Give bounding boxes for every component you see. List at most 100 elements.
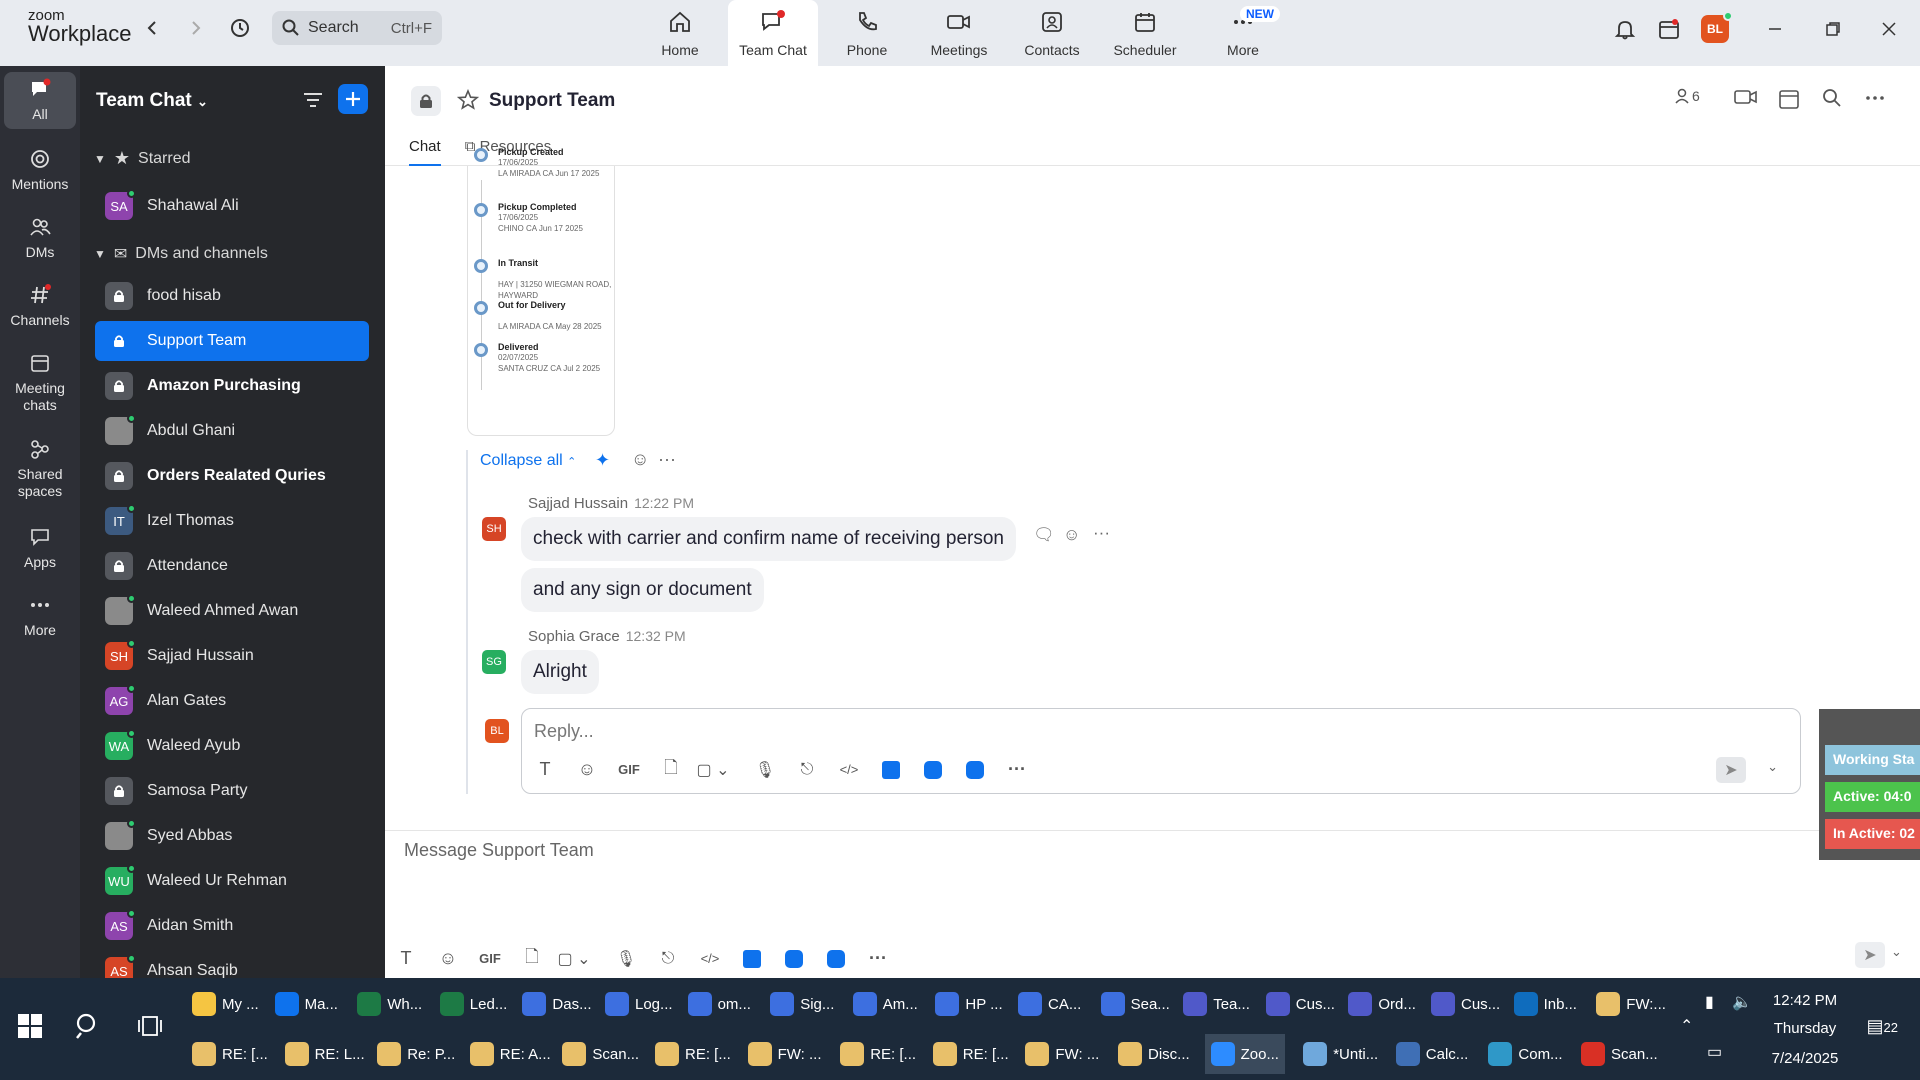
message-composer[interactable]: Message Support Team [404,840,594,861]
reply-thread-icon[interactable]: 🗨 [1033,525,1055,545]
emoji-icon[interactable]: ☺ [427,948,469,969]
rail-dms[interactable]: DMs [4,216,76,261]
taskbar-app[interactable]: Das... [522,984,592,1024]
search-icon[interactable] [1822,88,1842,108]
app-icon[interactable] [731,949,773,968]
taskbar-app[interactable]: Calc... [1395,1034,1468,1074]
add-reaction-icon[interactable]: ☺ [1063,525,1080,545]
taskbar-app[interactable]: Cus... [1431,984,1500,1024]
microphone-icon[interactable]: 🎙 [744,760,786,780]
taskbar-app[interactable]: Log... [605,984,673,1024]
reply-input[interactable]: Reply... T ☺ GIF 🗋 ▢ ⌄ 🎙 ⎋ </> ··· ➤ ⌄ [521,708,1801,794]
app-icon[interactable] [773,949,815,968]
rail-channels[interactable]: Channels [4,284,76,329]
sidebar-item[interactable]: WU Waleed Ur Rehman [95,861,369,901]
star-outline-icon[interactable] [456,88,480,116]
taskbar-app[interactable]: FW:... [1596,984,1666,1024]
rail-shared-spaces[interactable]: Shared spaces [4,438,76,500]
taskbar-app[interactable]: Wh... [357,984,422,1024]
sidebar-item[interactable]: Amazon Purchasing [95,366,369,406]
members-button[interactable]: 6 [1675,88,1700,104]
app-icon[interactable] [912,760,954,779]
sidebar-item[interactable]: Support Team [95,321,369,361]
status-overlay[interactable]: Working Sta Active: 04:0 In Active: 02 [1819,709,1920,860]
sidebar-title[interactable]: Team Chat ⌄ [96,90,208,112]
rail-all[interactable]: All [4,72,76,129]
taskbar-app[interactable]: Led... [439,984,507,1024]
taskbar-app[interactable]: Am... [852,984,918,1024]
forward-arrow-icon[interactable] [182,14,210,42]
video-message-icon[interactable]: ⎋ [786,761,828,779]
notifications-icon[interactable]: ▤22 [1862,1016,1898,1042]
more-dots-icon[interactable]: ··· [658,449,676,470]
volume-icon[interactable]: 🔈 [1732,992,1752,1012]
minimize-icon[interactable] [1758,14,1792,44]
tray-chevron-icon[interactable]: ⌃ [1680,1016,1693,1036]
code-icon[interactable]: </> [828,762,870,777]
app-icon[interactable] [815,949,857,968]
collapse-all-button[interactable]: Collapse all ⌃ [480,452,576,470]
send-button[interactable]: ➤ [1855,942,1885,968]
tracking-image[interactable]: Pickup Created 17/06/2025 LA MIRADA CA Jun… [467,147,615,436]
clock-time[interactable]: 12:42 PM [1760,992,1850,1009]
tab-scheduler[interactable]: Scheduler [1100,0,1190,66]
starred-section-header[interactable]: ▼ ★ Starred [94,148,191,169]
text-format-icon[interactable]: T [524,759,566,780]
battery-icon[interactable]: ▮ [1705,992,1714,1012]
sidebar-item[interactable]: Abdul Ghani [95,411,369,451]
user-avatar[interactable]: BL [1698,11,1733,44]
taskbar-app[interactable]: Disc... [1118,1034,1190,1074]
avatar[interactable]: SH [482,517,506,541]
taskbar-app[interactable]: Scan... [562,1034,639,1074]
message-bubble[interactable]: Alright [521,650,599,694]
sidebar-item[interactable]: Orders Realated Quries [95,456,369,496]
taskbar-app[interactable]: Cus... [1265,984,1335,1024]
rail-meeting-chats[interactable]: Meeting chats [4,352,76,414]
taskbar-app[interactable]: FW: ... [747,1034,821,1074]
message-bubble[interactable]: check with carrier and confirm name of r… [521,517,1016,561]
sidebar-item[interactable]: IT Izel Thomas [95,501,369,541]
bell-icon[interactable] [1608,14,1642,44]
calendar-icon[interactable] [1652,14,1686,44]
send-button[interactable]: ➤ [1716,757,1746,783]
taskbar-app[interactable]: om... [687,984,751,1024]
file-icon[interactable]: 🗋 [650,755,692,784]
screenshot-icon[interactable]: ▢ ⌄ [692,760,734,780]
app-icon[interactable] [870,760,912,779]
sidebar-item[interactable]: AS Aidan Smith [95,906,369,946]
taskbar-app[interactable]: *Unti... [1303,1034,1378,1074]
more-dots-icon[interactable]: ··· [1093,523,1110,543]
taskbar-app[interactable]: Inb... [1513,984,1577,1024]
more-dots-icon[interactable]: ··· [857,948,899,969]
taskbar-app[interactable]: CA... [1018,984,1081,1024]
taskbar-app[interactable]: RE: A... [469,1034,551,1074]
sidebar-item[interactable]: AG Alan Gates [95,681,369,721]
taskbar-app[interactable]: RE: [... [192,1034,268,1074]
more-options-icon[interactable] [1865,88,1885,108]
sidebar-item[interactable]: AS Ahsan Saqib [95,951,369,978]
file-icon[interactable]: 🗋 [511,944,553,973]
tab-team-chat[interactable]: Team Chat [728,0,818,66]
dms-section-header[interactable]: ▼ ✉ DMs and channels [94,244,268,264]
sidebar-item[interactable]: Attendance [95,546,369,586]
new-chat-button[interactable] [338,84,368,114]
history-icon[interactable] [226,14,254,42]
sidebar-item[interactable]: Syed Abbas [95,816,369,856]
microphone-icon[interactable]: 🎙 [605,949,647,969]
taskbar-app[interactable]: RE: [... [840,1034,916,1074]
taskbar-app[interactable]: Zoo... [1204,1034,1285,1074]
task-view-icon[interactable] [138,1014,162,1043]
tab-meetings[interactable]: Meetings [914,0,1004,66]
rail-apps[interactable]: Apps [4,526,76,571]
taskbar-app[interactable]: Tea... [1183,984,1250,1024]
taskbar-app[interactable]: Sea... [1100,984,1170,1024]
taskbar-app[interactable]: HP ... [935,984,1003,1024]
close-icon[interactable] [1872,14,1906,44]
video-call-icon[interactable] [1734,88,1758,106]
taskbar-app[interactable]: RE: [... [655,1034,731,1074]
sidebar-item[interactable]: SH Sajjad Hussain [95,636,369,676]
search-icon[interactable] [74,1012,102,1045]
sidebar-item[interactable]: WA Waleed Ayub [95,726,369,766]
rail-mentions[interactable]: Mentions [4,148,76,193]
tab-chat[interactable]: Chat [409,138,441,166]
